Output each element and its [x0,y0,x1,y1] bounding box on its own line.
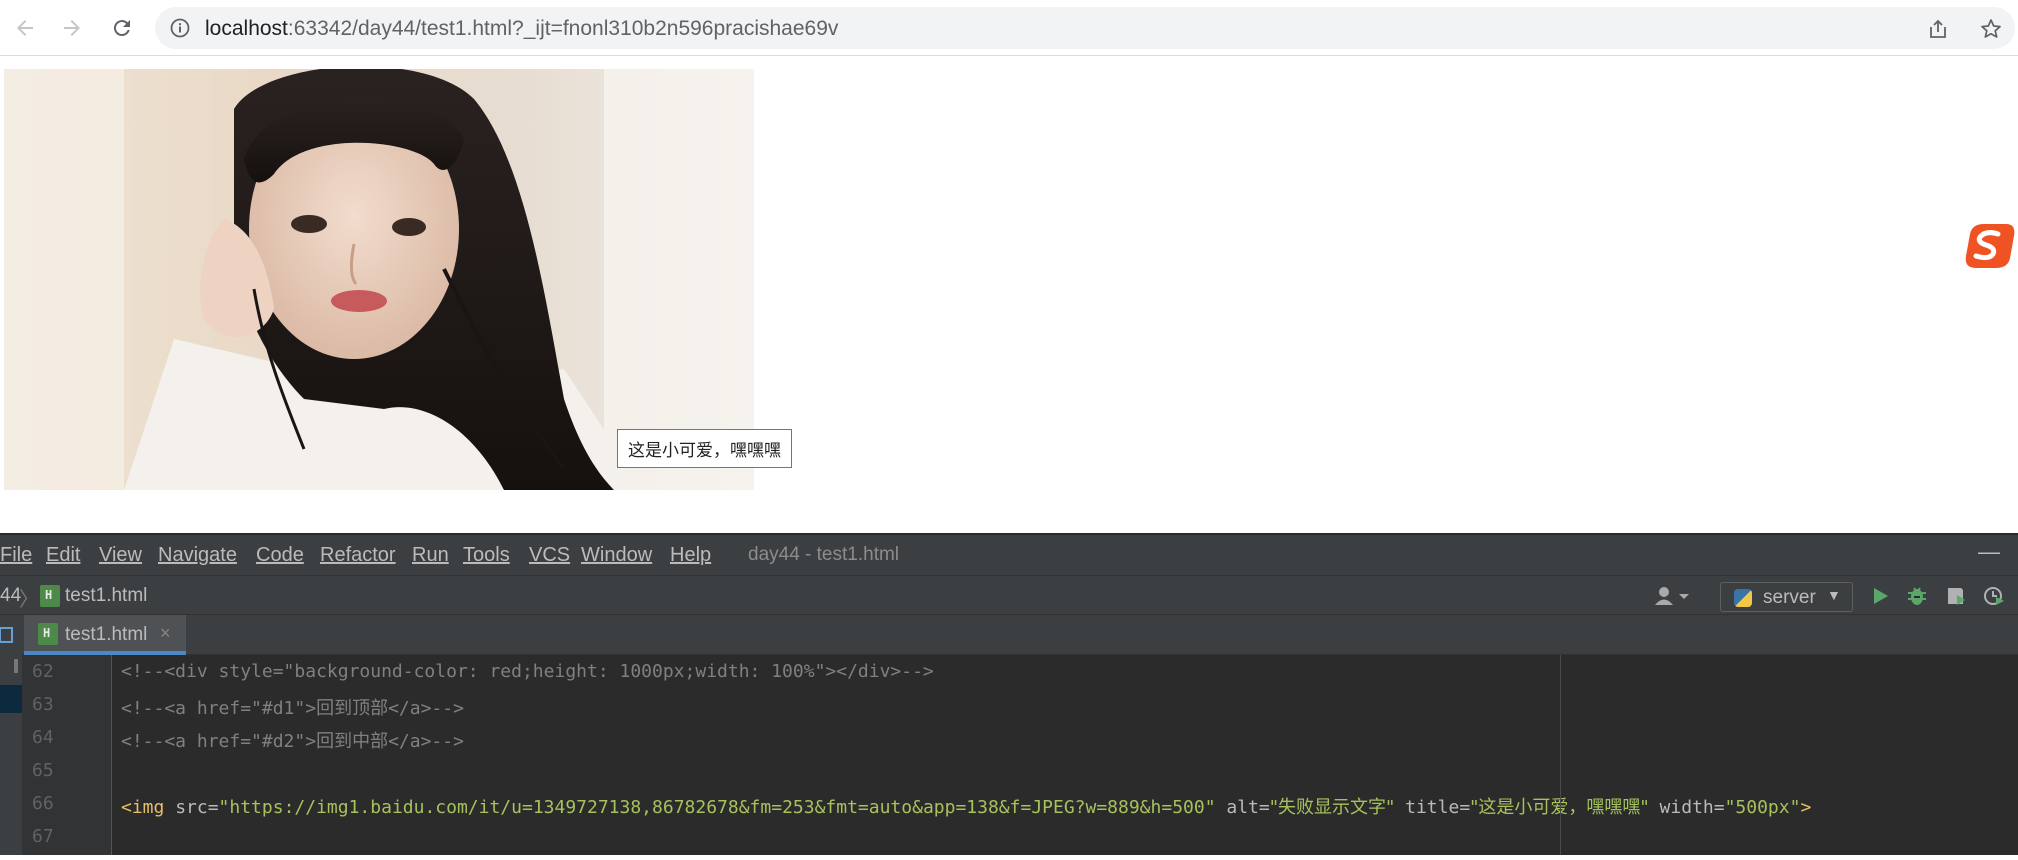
code-comment-text: 回到顶部 [316,698,389,719]
menu-tools[interactable]: Tools [463,544,510,567]
breadcrumb-separator-icon: 〉 [19,589,39,611]
right-margin-guide [1560,655,1561,855]
code-tag: <img [121,797,176,818]
line-number: 67 [32,826,54,847]
code-line-62[interactable]: <!--<div style="background-color: red;he… [121,661,934,682]
html-file-icon [38,623,58,645]
address-bar[interactable]: localhost:63342/day44/test1.html?_ijt=fn… [155,7,2015,49]
menu-run[interactable]: Run [412,544,449,567]
run-icon[interactable] [1869,585,1891,607]
menu-edit[interactable]: Edit [46,544,80,567]
vcs-user-icon[interactable] [1655,586,1695,611]
url-text[interactable]: localhost:63342/day44/test1.html?_ijt=fn… [205,17,838,41]
chevron-down-icon: ▼ [1827,587,1841,603]
code-comment: <!--<a href="#d1"> [121,698,317,719]
line-number-gutter: 62 63 64 65 66 67 [22,655,112,855]
code-string: "500px" [1724,797,1801,818]
sogou-ime-icon[interactable] [1962,220,2018,272]
line-number: 64 [32,727,54,748]
code-line-64[interactable]: <!--<a href="#d2">回到中部</a>--> [121,727,464,753]
url-path: :63342/day44/test1.html?_ijt=fnonl310b2n… [287,17,839,40]
run-configuration-label: server [1763,587,1816,608]
python-icon [1734,589,1752,607]
html-file-icon [40,585,60,607]
info-icon[interactable] [170,18,190,38]
window-title: day44 - test1.html [748,544,900,565]
menu-refactor[interactable]: Refactor [320,544,396,567]
ide-navigation-bar: 44 〉 test1.html server ▼ [0,575,2018,615]
debug-icon[interactable] [1906,585,1928,607]
editor-tabbar: test1.html × [0,615,2018,655]
image-title-tooltip: 这是小可爱，嘿嘿嘿 [617,429,792,468]
run-configuration-select[interactable]: server ▼ [1720,582,1853,612]
menu-vcs[interactable]: VCS [529,544,570,567]
close-icon[interactable]: × [160,623,171,644]
portrait-photo[interactable] [4,69,754,490]
code-string: "失败显示文字" [1269,797,1395,818]
code-string: "https://img1.baidu.com/it/u=1349727138,… [218,797,1216,818]
code-attr: title= [1394,797,1471,818]
ide-menubar: File Edit View Navigate Code Refactor Ru… [0,533,2018,575]
code-comment: <!--<a href="#d2"> [121,731,317,752]
code-comment: </a>--> [388,731,464,752]
tab-label: test1.html [65,624,148,645]
code-comment: </a>--> [388,698,464,719]
breadcrumb-file[interactable]: test1.html [65,585,147,607]
structure-tool-strip[interactable] [0,655,22,855]
code-editor[interactable]: 62 63 64 65 66 67 <!--<div style="backgr… [0,655,2018,855]
coverage-icon[interactable] [1945,585,1967,607]
code-attr: src= [175,797,219,818]
project-tool-strip[interactable] [0,615,22,655]
ide-window: File Edit View Navigate Code Refactor Ru… [0,533,2018,855]
web-page-viewport: 这是小可爱，嘿嘿嘿 [0,57,2018,532]
code-comment-text: 回到中部 [316,731,389,752]
code-attr: width= [1648,797,1725,818]
menu-navigate[interactable]: Navigate [158,544,237,567]
code-line-63[interactable]: <!--<a href="#d1">回到顶部</a>--> [121,694,464,720]
code-tag: > [1800,797,1812,818]
menu-code[interactable]: Code [256,544,304,567]
forward-arrow-icon[interactable] [56,12,88,44]
line-number: 62 [32,661,54,682]
code-line-66[interactable]: <img src="https://img1.baidu.com/it/u=13… [121,793,1811,819]
star-icon[interactable] [1980,18,2002,40]
line-number: 66 [32,793,54,814]
browser-toolbar: localhost:63342/day44/test1.html?_ijt=fn… [0,0,2018,56]
menu-window[interactable]: Window [581,544,652,567]
line-number: 63 [32,694,54,715]
share-icon[interactable] [1927,18,1949,40]
breadcrumb-project[interactable]: 44 [0,585,21,607]
minimize-button[interactable]: — [1978,539,2000,565]
tab-test1-html[interactable]: test1.html × [24,615,186,655]
menu-help[interactable]: Help [670,544,711,567]
menu-view[interactable]: View [99,544,142,567]
line-number: 65 [32,760,54,781]
back-arrow-icon[interactable] [9,12,41,44]
code-attr: alt= [1215,797,1270,818]
reload-icon[interactable] [106,12,138,44]
url-host: localhost [205,17,288,40]
menu-file[interactable]: File [0,544,32,567]
profile-icon[interactable] [1983,585,2005,607]
